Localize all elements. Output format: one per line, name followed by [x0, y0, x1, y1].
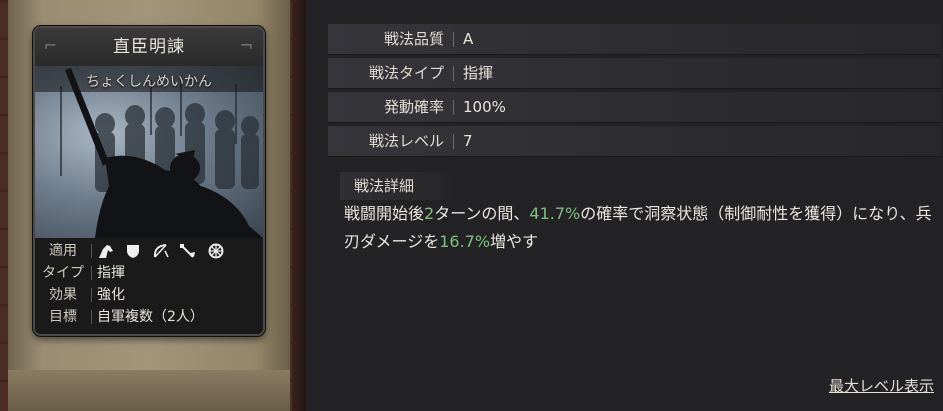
tactic-reading: ちょくしんめいかん — [86, 74, 212, 90]
attr-label: 戦法レベル — [368, 132, 444, 150]
corner-ornament-icon: ⌐ — [43, 36, 59, 55]
bow-icon — [152, 243, 170, 259]
detail-title: 戦法詳細 — [340, 172, 460, 200]
shield-icon — [124, 243, 142, 259]
attr-value: 7 — [463, 132, 473, 150]
apply-label: 適用 — [49, 243, 77, 259]
detail-text-part: ターンの間、 — [434, 204, 530, 223]
highlight-value: 16.7% — [439, 232, 491, 251]
highlight-value: 41.7% — [529, 204, 581, 223]
divider — [91, 310, 92, 324]
attr-value: 100% — [463, 98, 506, 116]
attr-value: 指揮 — [463, 64, 494, 82]
corner-ornament-icon: ¬ — [239, 36, 255, 55]
target-label: 目標 — [49, 309, 77, 325]
attr-label: 戦法タイプ — [368, 64, 444, 82]
attr-row-level: 戦法レベル 7 — [328, 126, 941, 157]
divider — [453, 66, 454, 81]
divider — [91, 288, 92, 302]
info-row-type: タイプ 指揮 — [35, 262, 263, 284]
attr-row-activation-rate: 発動確率 100% — [328, 92, 941, 123]
divider — [453, 32, 454, 47]
type-label: タイプ — [42, 265, 84, 281]
attr-row-type: 戦法タイプ 指揮 — [328, 58, 941, 89]
detail-text-part: 戦闘開始後 — [344, 204, 425, 223]
attr-value: A — [463, 30, 474, 48]
spear-icon — [179, 243, 197, 259]
info-row-target: 目標 自軍複数（2人） — [35, 306, 263, 328]
divider — [453, 134, 454, 149]
info-row-effect: 効果 強化 — [35, 284, 263, 306]
detail-description: 戦闘開始後2ターンの間、41.7%の確率で洞察状態（制御耐性を獲得）になり、兵刃… — [344, 200, 939, 256]
type-value: 指揮 — [97, 265, 125, 281]
terrain-icons — [97, 240, 230, 262]
tactic-name: ⌐ 直臣明諫 ¬ — [35, 28, 263, 66]
divider — [91, 266, 92, 280]
chariot-wheel-icon — [207, 243, 225, 259]
info-row-apply: 適用 — [35, 240, 263, 262]
attr-row-quality: 戦法品質 A — [328, 24, 941, 55]
tactic-detail-panel: 戦法品質 A 戦法タイプ 指揮 発動確率 100% 戦法レベル 7 戦法詳細 戦… — [320, 0, 943, 411]
divider — [453, 100, 454, 115]
effect-value: 強化 — [97, 287, 125, 303]
highlight-value: 2 — [424, 204, 435, 223]
effect-label: 効果 — [49, 287, 77, 303]
tactic-info: 適用 タイプ 指揮 効果 強化 目標 自軍複数（2人） — [35, 238, 263, 334]
detail-text-part: 増やす — [490, 232, 539, 251]
tactic-card: ⌐ 直臣明諫 ¬ ちょくしんめいかん 適用 タイプ 指揮 効果 強化 目標 自軍… — [33, 26, 265, 336]
divider — [91, 244, 92, 258]
tactic-name-text: 直臣明諫 — [113, 37, 185, 57]
attr-label: 戦法品質 — [383, 30, 444, 48]
scroll-roll — [8, 370, 290, 411]
wood-frame-edge — [292, 0, 306, 411]
cavalry-icon — [97, 243, 115, 259]
target-value: 自軍複数（2人） — [97, 309, 204, 325]
max-level-link[interactable]: 最大レベル表示 — [794, 374, 934, 398]
attr-label: 発動確率 — [383, 98, 444, 116]
